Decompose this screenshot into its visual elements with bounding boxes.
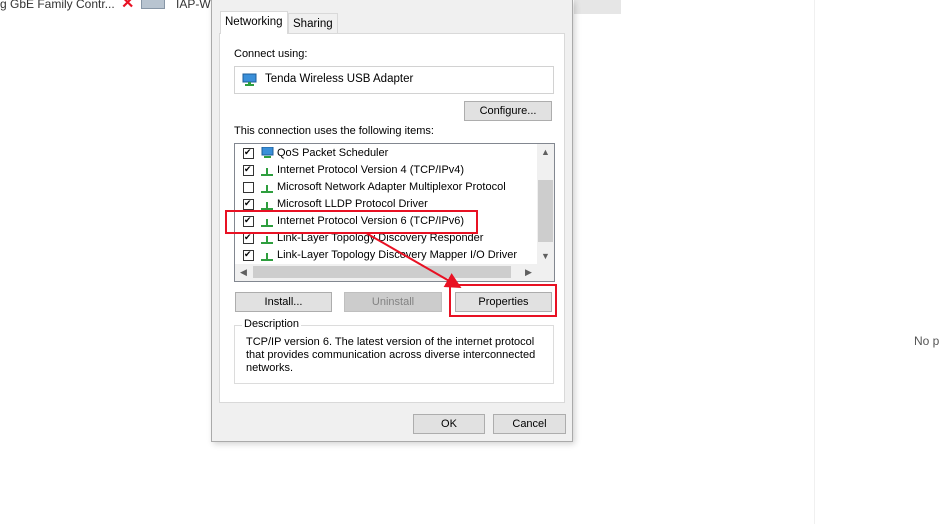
tab-networking[interactable]: Networking xyxy=(220,11,288,34)
annotation-arrow-icon xyxy=(365,232,462,288)
